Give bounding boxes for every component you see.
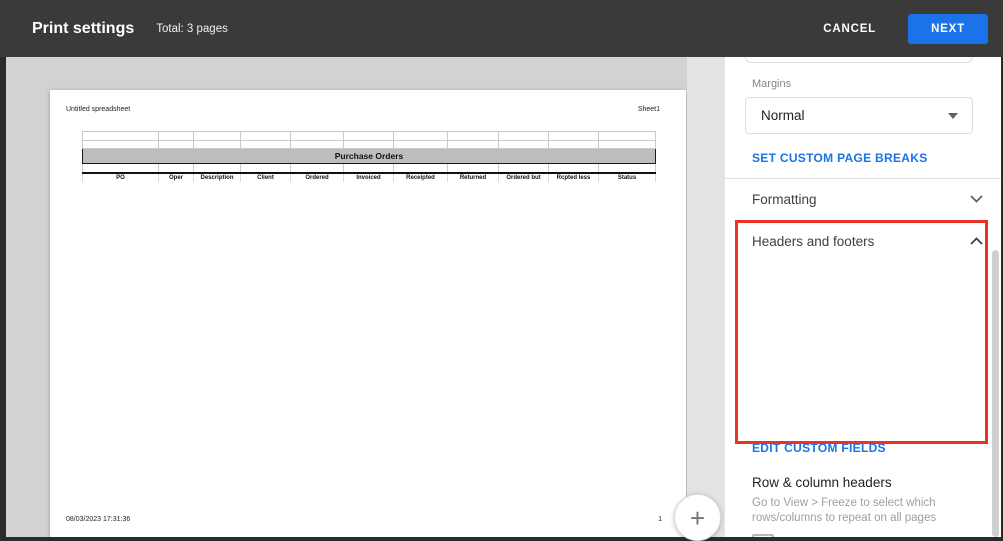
margins-selected-value: Normal (761, 108, 948, 123)
table-cell (448, 140, 499, 149)
table-cell: Ordered (291, 173, 344, 182)
settings-sidebar: Margins Normal SET CUSTOM PAGE BREAKS Fo… (725, 57, 1001, 537)
table-cell: Oper (159, 173, 194, 182)
print-preview-area: Untitled spreadsheet Sheet1 Purchase Ord… (6, 57, 687, 537)
preview-scroll-gutter (687, 57, 725, 537)
table-cell (159, 132, 194, 141)
sidebar-scrollbar-thumb[interactable] (992, 250, 999, 537)
preview-workbook-title: Untitled spreadsheet (66, 106, 130, 113)
table-cell (344, 140, 394, 149)
table-cell (448, 164, 499, 173)
table-cell (241, 140, 291, 149)
chevron-down-icon (970, 195, 983, 203)
table-cell (394, 132, 448, 141)
print-settings-screen: { "header": { "title": "Print settings",… (0, 0, 1003, 540)
table-cell (344, 132, 394, 141)
headers-footers-label: Headers and footers (752, 234, 970, 249)
formatting-section-header[interactable]: Formatting (725, 178, 1001, 220)
table-title-row: Purchase Orders (83, 149, 656, 164)
table-cell (241, 132, 291, 141)
table-title: Purchase Orders (83, 149, 656, 164)
headers-footers-section-header[interactable]: Headers and footers (725, 223, 1001, 259)
purchase-orders-table: Purchase OrdersPOOperDescriptionClientOr… (82, 131, 656, 182)
row-column-headers-label: Row & column headers (752, 475, 892, 490)
table-cell: Returned (448, 173, 499, 182)
preview-footer-datetime: 08/03/2023 17:31:36 (66, 516, 130, 523)
table-cell (549, 132, 599, 141)
page-title: Print settings (32, 20, 134, 38)
preview-table-wrap: Purchase OrdersPOOperDescriptionClientOr… (82, 131, 656, 182)
table-cell (499, 132, 549, 141)
scale-dropdown-partial[interactable] (745, 57, 973, 63)
table-cell (83, 140, 159, 149)
table-row (83, 140, 656, 149)
edit-custom-fields-link[interactable]: EDIT CUSTOM FIELDS (752, 441, 886, 455)
table-cell (549, 164, 599, 173)
formatting-label: Formatting (752, 192, 970, 207)
zoom-in-button[interactable]: + (674, 494, 721, 541)
table-cell (194, 164, 241, 173)
partial-checkbox[interactable] (752, 534, 774, 537)
table-row (83, 132, 656, 141)
table-cell: Receipted (394, 173, 448, 182)
table-cell (194, 140, 241, 149)
table-cell (394, 164, 448, 173)
table-cell (291, 132, 344, 141)
table-cell: Description (194, 173, 241, 182)
table-row (83, 164, 656, 173)
table-cell (159, 164, 194, 173)
table-row: POOperDescriptionClientOrderedInvoicedRe… (83, 173, 656, 182)
table-cell (599, 132, 656, 141)
table-cell (599, 140, 656, 149)
preview-sheet-name: Sheet1 (638, 106, 660, 113)
set-custom-page-breaks-link[interactable]: SET CUSTOM PAGE BREAKS (752, 151, 928, 165)
preview-table-body: Purchase OrdersPOOperDescriptionClientOr… (83, 132, 656, 182)
cancel-button[interactable]: CANCEL (817, 22, 882, 36)
total-pages-label: Total: 3 pages (156, 23, 228, 35)
table-cell (499, 164, 549, 173)
next-button[interactable]: NEXT (908, 14, 988, 44)
row-column-headers-help-text: Go to View > Freeze to select which rows… (752, 496, 984, 526)
table-cell (241, 164, 291, 173)
table-cell (448, 132, 499, 141)
table-cell (394, 140, 448, 149)
table-cell (291, 164, 344, 173)
preview-page: Untitled spreadsheet Sheet1 Purchase Ord… (50, 90, 686, 537)
margins-select[interactable]: Normal (745, 97, 973, 134)
table-cell (159, 140, 194, 149)
chevron-up-icon (970, 237, 983, 245)
margins-label: Margins (752, 78, 791, 90)
table-cell: Client (241, 173, 291, 182)
table-cell (194, 132, 241, 141)
table-cell: PO (83, 173, 159, 182)
plus-icon: + (690, 503, 705, 533)
preview-page-number: 1 (658, 516, 662, 523)
table-cell: Status (599, 173, 656, 182)
table-cell (499, 140, 549, 149)
table-cell: Ordered but (499, 173, 549, 182)
topbar: Print settings Total: 3 pages CANCEL NEX… (0, 0, 1003, 57)
table-cell (344, 164, 394, 173)
table-cell (291, 140, 344, 149)
table-cell: Invoiced (344, 173, 394, 182)
dropdown-arrow-icon (948, 113, 958, 119)
table-cell (549, 140, 599, 149)
table-cell (83, 132, 159, 141)
table-cell (83, 164, 159, 173)
table-cell (599, 164, 656, 173)
table-cell: Rcpted less (549, 173, 599, 182)
